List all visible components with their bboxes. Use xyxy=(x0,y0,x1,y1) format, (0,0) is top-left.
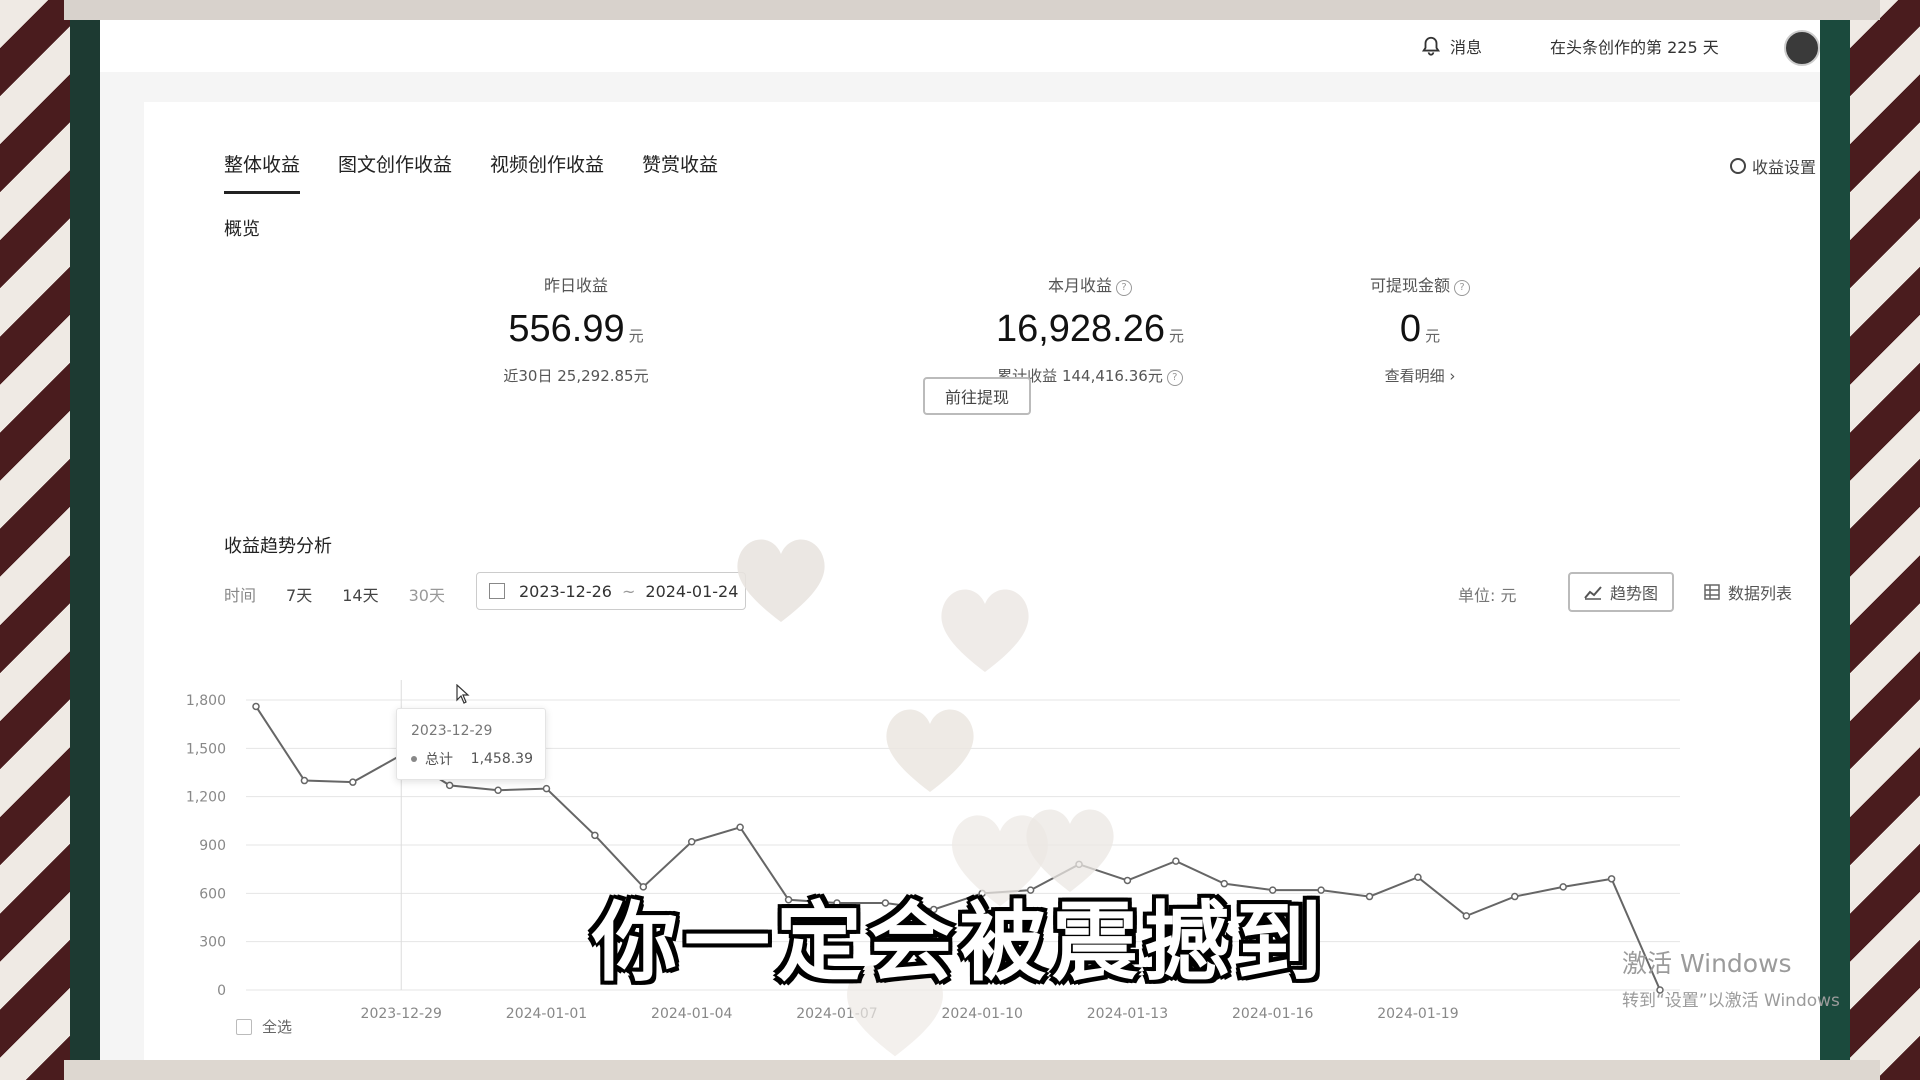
data-point xyxy=(542,784,551,793)
tooltip-series-name: 总计 xyxy=(425,752,453,768)
metric-yesterday-value: 556.99 元 xyxy=(426,308,726,351)
data-point xyxy=(591,831,599,840)
heart-sticker-icon xyxy=(737,539,825,622)
trend-title: 收益趋势分析 xyxy=(224,536,332,557)
y-tick-label: 1,800 xyxy=(186,693,226,709)
top-bar: 消息 在头条创作的第 225 天 xyxy=(100,20,1820,72)
decorative-top-band xyxy=(64,0,1880,20)
watermark-title: 激活 Windows xyxy=(1622,949,1792,978)
creator-days-text: 在头条创作的第 225 天 xyxy=(1550,38,1719,57)
metric-yesterday-number: 556.99 xyxy=(508,308,625,350)
tab-video-revenue[interactable]: 视频创作收益 xyxy=(490,150,604,194)
metric-withdrawable: 可提现金额? 0元 查看明细 › xyxy=(1270,272,1570,386)
date-range-picker[interactable]: 2023-12-26 ~ 2024-01-24 xyxy=(476,572,746,610)
metric-withdrawable-label: 可提现金额? xyxy=(1270,272,1570,296)
data-point xyxy=(300,776,309,785)
range-14-days[interactable]: 14天 xyxy=(342,582,378,606)
data-point xyxy=(252,702,260,711)
x-tick-label: 2023-12-29 xyxy=(361,1006,442,1022)
range-30-days[interactable]: 30天 xyxy=(409,582,445,606)
calendar-icon xyxy=(489,583,505,599)
metric-month-unit: 元 xyxy=(1169,328,1185,345)
help-icon[interactable]: ? xyxy=(1454,280,1470,296)
watermark-subtitle: 转到“设置”以激活 Windows xyxy=(1622,991,1840,1011)
help-icon[interactable]: ? xyxy=(1116,280,1132,296)
metric-month-value: 16,928.26 元 xyxy=(940,308,1240,351)
x-tick-label: 2024-01-16 xyxy=(1232,1006,1313,1022)
decorative-bottom-band xyxy=(64,1060,1880,1080)
trend-view-label: 趋势图 xyxy=(1610,584,1659,603)
bell-icon xyxy=(1421,36,1441,56)
tooltip-row: 总计 1,458.39 xyxy=(411,749,533,769)
trend-view-button[interactable]: 趋势图 xyxy=(1568,572,1675,612)
x-tick-label: 2024-01-04 xyxy=(651,1006,732,1022)
tab-overall-revenue[interactable]: 整体收益 xyxy=(224,150,301,194)
metric-withdrawable-number: 0 xyxy=(1399,308,1422,350)
metric-withdrawable-unit: 元 xyxy=(1425,328,1441,345)
metric-yesterday-unit: 元 xyxy=(628,328,644,345)
x-tick-label: 2024-01-01 xyxy=(506,1006,587,1022)
metric-withdrawable-value: 0元 xyxy=(1270,308,1570,351)
revenue-tabs: 整体收益 图文创作收益 视频创作收益 赞赏收益 xyxy=(224,150,718,194)
data-point xyxy=(687,838,696,846)
mouse-cursor-icon xyxy=(456,684,470,704)
metric-month-number: 16,928.26 xyxy=(995,308,1166,350)
time-range-controls: 时间 7天 14天 30天 xyxy=(224,582,475,606)
x-tick-label: 2024-01-19 xyxy=(1377,1006,1458,1022)
checkbox-box xyxy=(236,1018,252,1035)
data-point xyxy=(1172,857,1180,865)
withdraw-button[interactable]: 前往提现 xyxy=(923,377,1031,415)
revenue-settings-link[interactable]: 收益设置 xyxy=(1730,154,1816,178)
settings-label: 收益设置 xyxy=(1752,158,1817,177)
metric-withdrawable-label-text: 可提现金额 xyxy=(1369,276,1450,295)
unit-label: 单位: 元 xyxy=(1458,586,1517,605)
chart-tooltip: 2023-12-29 总计 1,458.39 xyxy=(396,708,546,780)
metric-yesterday-sub: 近30日 25,292.85元 xyxy=(503,367,649,385)
messages-label: 消息 xyxy=(1450,38,1483,57)
metric-yesterday-label: 昨日收益 xyxy=(543,276,608,295)
time-label: 时间 xyxy=(224,586,257,605)
messages-button[interactable]: 消息 xyxy=(1420,20,1482,72)
x-tick-label: 2024-01-13 xyxy=(1087,1006,1168,1022)
tab-tip-revenue[interactable]: 赞赏收益 xyxy=(642,150,718,194)
data-point xyxy=(494,786,502,794)
settings-icon xyxy=(1730,158,1746,174)
table-icon xyxy=(1704,584,1720,600)
data-point xyxy=(349,778,357,786)
date-separator: ~ xyxy=(621,581,636,601)
data-point xyxy=(736,823,744,832)
y-tick-label: 1,500 xyxy=(186,741,226,757)
range-7-days[interactable]: 7天 xyxy=(286,582,312,606)
table-view-button[interactable]: 数据列表 xyxy=(1690,572,1807,612)
tab-article-revenue[interactable]: 图文创作收益 xyxy=(338,150,452,194)
data-point xyxy=(445,781,454,790)
help-icon[interactable]: ? xyxy=(1166,370,1183,386)
windows-activation-watermark: 激活 Windows 转到“设置”以激活 Windows xyxy=(1622,944,1840,1011)
y-tick-label: 900 xyxy=(199,838,226,854)
select-all-label: 全选 xyxy=(262,1018,293,1036)
tooltip-date: 2023-12-29 xyxy=(411,723,493,739)
tooltip-series-dot xyxy=(411,756,417,762)
metric-month-label-text: 本月收益 xyxy=(1047,276,1112,295)
tooltip-value: 1,458.39 xyxy=(470,751,533,767)
select-all-checkbox[interactable]: 全选 xyxy=(236,1016,292,1037)
table-view-label: 数据列表 xyxy=(1728,584,1793,603)
end-date: 2024-01-24 xyxy=(645,581,739,601)
metric-month: 本月收益? 16,928.26 元 累计收益 144,416.36元? xyxy=(940,272,1240,386)
start-date: 2023-12-26 xyxy=(519,581,612,601)
avatar[interactable] xyxy=(1784,30,1820,66)
heart-sticker-icon xyxy=(886,709,974,792)
trend-chart-icon xyxy=(1584,586,1602,600)
heart-sticker-icon xyxy=(941,589,1029,672)
metric-month-label: 本月收益? xyxy=(940,272,1240,296)
y-tick-label: 1,200 xyxy=(186,790,226,806)
view-details-link[interactable]: 查看明细 › xyxy=(1270,365,1570,386)
metric-yesterday: 昨日收益 556.99 元 近30日 25,292.85元 xyxy=(426,272,726,386)
overview-title: 概览 xyxy=(224,219,260,240)
